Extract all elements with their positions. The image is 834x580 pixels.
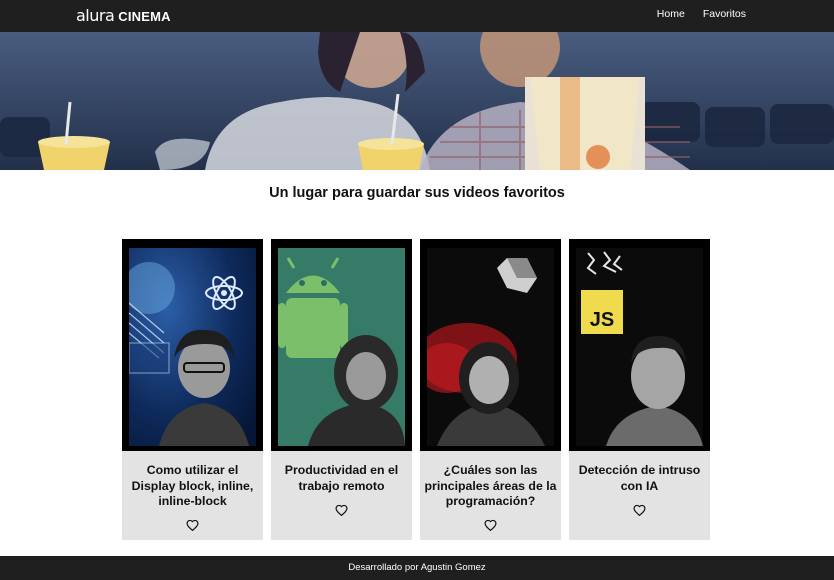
footer-credit: Desarrollado por Agustin Gomez [348,562,486,573]
video-card[interactable]: JS Detección de intruso con IA [569,239,710,540]
video-title: Como utilizar el Display block, inline, … [131,463,254,508]
favorite-heart-icon[interactable] [122,516,263,535]
video-thumbnail[interactable] [271,239,412,451]
video-thumbnail[interactable] [420,239,561,451]
site-logo[interactable]: alura CINEMA [76,6,171,25]
top-nav-bar: alura CINEMA Home Favoritos [0,0,834,32]
video-card[interactable]: Productividad en el trabajo remoto [271,239,412,540]
main-nav: Home Favoritos [657,8,746,20]
js-badge-text: JS [590,309,614,331]
video-title: ¿Cuáles son las principales áreas de la … [424,463,557,508]
favorite-heart-icon[interactable] [420,516,561,535]
nav-link-home[interactable]: Home [657,8,685,20]
favorite-heart-icon[interactable] [271,501,412,520]
video-title: Detección de intruso con IA [578,463,701,493]
site-footer: Desarrollado por Agustin Gomez [0,556,834,580]
video-title: Productividad en el trabajo remoto [284,463,399,493]
video-card[interactable]: ¿Cuáles son las principales áreas de la … [420,239,561,540]
nav-link-favoritos[interactable]: Favoritos [703,8,746,20]
video-thumbnail[interactable]: JS [569,239,710,451]
video-card-grid: Como utilizar el Display block, inline, … [122,239,710,540]
page-title: Un lugar para guardar sus videos favorit… [269,185,565,201]
hero-banner [0,32,834,170]
favorite-heart-icon[interactable] [569,501,710,520]
cinema-audience-illustration [0,32,834,170]
video-card[interactable]: Como utilizar el Display block, inline, … [122,239,263,540]
logo-brand: alura [76,6,115,25]
logo-suffix: CINEMA [118,9,171,24]
video-thumbnail[interactable] [122,239,263,451]
